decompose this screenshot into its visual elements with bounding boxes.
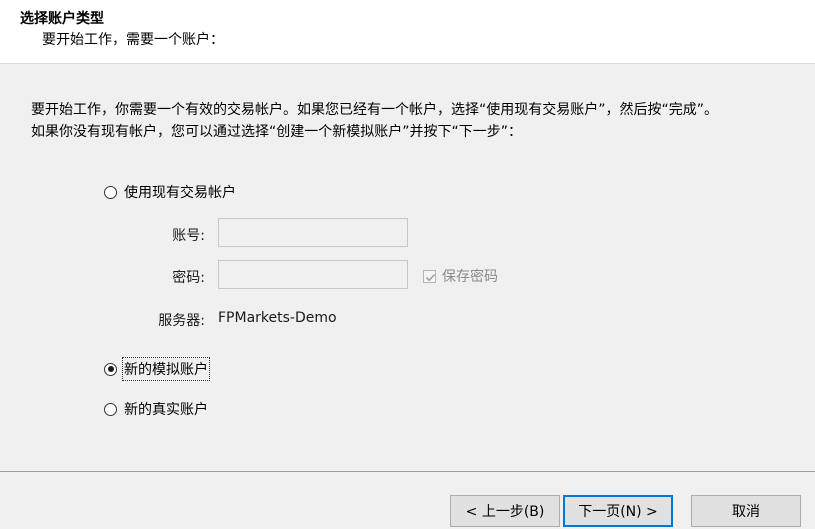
wizard-header: 选择账户类型 要开始工作，需要一个账户： (0, 0, 815, 64)
save-password-checkbox[interactable] (423, 269, 436, 283)
page-title: 选择账户类型 (20, 11, 104, 27)
existing-account-radio[interactable] (104, 185, 117, 199)
account-field[interactable] (218, 218, 408, 247)
demo-account-radio[interactable] (104, 362, 117, 376)
option-existing-account[interactable]: 使用现有交易帐户 (104, 182, 236, 202)
real-account-radio[interactable] (104, 402, 117, 416)
demo-account-label[interactable]: 新的模拟账户 (122, 357, 210, 381)
existing-account-label[interactable]: 使用现有交易帐户 (124, 182, 236, 202)
description-line-1: 要开始工作，你需要一个有效的交易帐户。如果您已经有一个帐户，选择“使用现有交易账… (31, 102, 719, 118)
account-input[interactable] (219, 219, 407, 246)
save-password-option[interactable]: 保存密码 (423, 266, 498, 286)
password-field[interactable] (218, 260, 408, 289)
cancel-button[interactable]: 取消 (691, 495, 801, 527)
real-account-label[interactable]: 新的真实账户 (124, 399, 208, 419)
next-button[interactable]: 下一页(N) > (563, 495, 673, 527)
option-real-account[interactable]: 新的真实账户 (104, 399, 208, 419)
save-password-label: 保存密码 (442, 269, 498, 285)
description-line-2: 如果你没有现有帐户，您可以通过选择“创建一个新模拟账户”并按下“下一步”： (31, 124, 523, 140)
footer-divider (0, 471, 815, 472)
option-demo-account[interactable]: 新的模拟账户 (104, 357, 210, 381)
page-subtitle: 要开始工作，需要一个账户： (42, 32, 224, 48)
password-label: 密码: (172, 270, 205, 286)
server-label: 服务器: (158, 313, 205, 329)
server-value: FPMarkets-Demo (218, 310, 337, 326)
account-label: 账号: (172, 228, 205, 244)
password-input[interactable] (219, 261, 407, 288)
back-button[interactable]: < 上一步(B) (450, 495, 560, 527)
checkmark-icon (426, 273, 436, 281)
